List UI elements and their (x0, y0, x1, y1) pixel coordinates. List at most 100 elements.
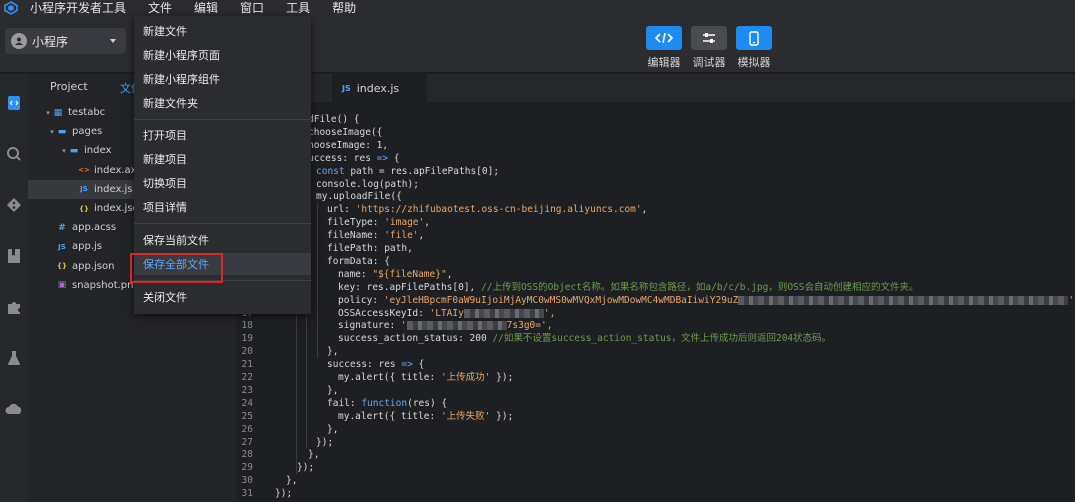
code-text: fail: function(res) { (327, 397, 448, 409)
menu-item[interactable]: 新建文件 (134, 20, 311, 42)
code-line: fileName: 'file', (236, 229, 1075, 242)
folder-icon: ▬ (57, 126, 67, 137)
menu-item[interactable]: 关闭文件 (134, 286, 311, 308)
menu-edit[interactable]: 编辑 (194, 0, 218, 16)
css-icon: # (58, 222, 66, 233)
code-line: name: "${fileName}", (236, 268, 1075, 281)
signature-tail: 7s3g0=', (506, 320, 553, 332)
code-line: 19 success_action_status: 200 //如果不设置succ… (236, 332, 1075, 345)
js-icon: JS (80, 185, 88, 194)
code-text: success_action_status: 200 //如果不设置succes… (338, 333, 832, 345)
menu-item[interactable]: 新建小程序组件 (134, 68, 311, 90)
code-text: }); (316, 436, 334, 448)
code-line: 31}); (236, 487, 1075, 500)
tab-index-js[interactable]: JS index.js (332, 74, 427, 102)
code-text: }); (275, 488, 293, 500)
extensions-icon[interactable] (5, 298, 23, 316)
code-icon (655, 32, 673, 44)
simulator-button[interactable] (736, 26, 772, 50)
code-line: 25 my.alert({ title: '上传失败' }); (236, 410, 1075, 423)
code-text: console.log(path); (316, 178, 419, 190)
chevron-down-icon[interactable]: ▾ (48, 128, 56, 136)
code-text: }, (327, 346, 339, 358)
menu-separator (134, 223, 311, 224)
chevron-down-icon[interactable]: ▾ (44, 109, 52, 117)
menu-item[interactable]: 新建项目 (134, 148, 311, 170)
line-number: 18 (241, 320, 253, 332)
menu-tools[interactable]: 工具 (286, 0, 310, 16)
code-line: 22 my.alert({ title: '上传成功' }); (236, 371, 1075, 384)
menu-item[interactable]: 切换项目 (134, 172, 311, 194)
code-line: my.uploadFile({ (236, 190, 1075, 203)
flask-icon[interactable] (5, 349, 23, 367)
menu-item[interactable]: 项目详情 (134, 196, 311, 218)
code-line: dFile() { (236, 113, 1075, 126)
line-number: 30 (241, 475, 253, 487)
grid-icon: ▦ (53, 107, 63, 118)
code-line: key: res.apFilePaths[0], //上传到OSS的Object… (236, 281, 1075, 294)
menu-file[interactable]: 文件 (148, 0, 172, 16)
menu-separator (134, 119, 311, 120)
code-text: dFile() { (308, 114, 360, 125)
phone-icon (749, 30, 759, 46)
code-text: }, (327, 384, 339, 396)
code-line: 29}); (236, 461, 1075, 474)
editor-label: 编辑器 (647, 56, 681, 69)
tree-item-label: testabc (68, 107, 106, 118)
redacted-value (738, 295, 1069, 305)
code-text: fileName: 'file', (327, 230, 425, 242)
code-text: url: 'https://zhifubaotest.oss-cn-beijin… (327, 204, 648, 216)
json-icon: {} (57, 262, 67, 271)
menu-help[interactable]: 帮助 (332, 0, 356, 16)
code-line: fileType: 'image', (236, 216, 1075, 229)
js-icon: JS (58, 242, 66, 251)
line-number: 24 (241, 397, 253, 409)
code-text: my.uploadFile({ (316, 191, 402, 203)
menu-item[interactable]: 新建小程序页面 (134, 44, 311, 66)
git-icon[interactable] (5, 196, 23, 214)
menu-item[interactable]: 保存当前文件 (134, 229, 311, 251)
files-icon[interactable] (5, 94, 23, 112)
tab-label: index.js (356, 81, 400, 95)
tree-item-label: app.acss (72, 222, 117, 234)
project-selector[interactable]: 小程序 (5, 28, 126, 54)
code-text: const path = res.apFilePaths[0]; (316, 165, 500, 177)
chevron-down-icon[interactable]: ▾ (60, 147, 68, 155)
tab-project[interactable]: Project (50, 80, 88, 93)
line-number: 29 (241, 462, 253, 474)
code-text: hooseImage: 1, (308, 139, 389, 151)
bookmark-icon[interactable] (5, 247, 23, 265)
line-number: 21 (241, 359, 253, 371)
code-text: key: res.apFilePaths[0], //上传到OSS的Object… (338, 281, 919, 293)
simulator-label: 模拟器 (737, 56, 771, 69)
search-icon[interactable] (5, 145, 23, 163)
app-logo-icon (3, 0, 19, 16)
cloud-icon[interactable] (5, 400, 23, 418)
code-text: }, (327, 423, 339, 435)
json-icon: {} (79, 204, 89, 213)
sliders-icon (703, 33, 715, 43)
menu-window[interactable]: 窗口 (240, 0, 264, 16)
tree-item-label: pages (72, 126, 103, 138)
line-number: 23 (241, 384, 253, 396)
menu-item[interactable]: 打开项目 (134, 124, 311, 146)
code-line: 21 success: res => { (236, 358, 1075, 371)
code-line: 26}, (236, 423, 1075, 436)
code-text: name: "${fileName}", (338, 268, 453, 280)
code-text: OSSAccessKeyId: 'LTAIy ', (338, 307, 556, 319)
folder-icon: ▬ (69, 145, 79, 156)
code-text: policy: 'eyJleHBpcmF0aW9uIjoiMjAyMC0wMS0… (338, 294, 1075, 306)
menu-item[interactable]: 新建文件夹 (134, 92, 311, 114)
editor-button[interactable] (646, 26, 682, 50)
code-text: }, (308, 449, 320, 461)
highlight-box (130, 253, 223, 283)
line-number: 28 (241, 449, 253, 461)
code-text: }, (286, 475, 298, 487)
redacted-value (463, 308, 544, 318)
code-editor[interactable]: JS index.js dFile() {chooseImage({hooseI… (236, 74, 1075, 502)
indent-guide (317, 203, 318, 359)
code-line: filePath: path, (236, 242, 1075, 255)
debugger-button[interactable] (691, 26, 727, 50)
code-line: 24 fail: function(res) { (236, 397, 1075, 410)
tree-item-label: app.json (72, 260, 115, 272)
